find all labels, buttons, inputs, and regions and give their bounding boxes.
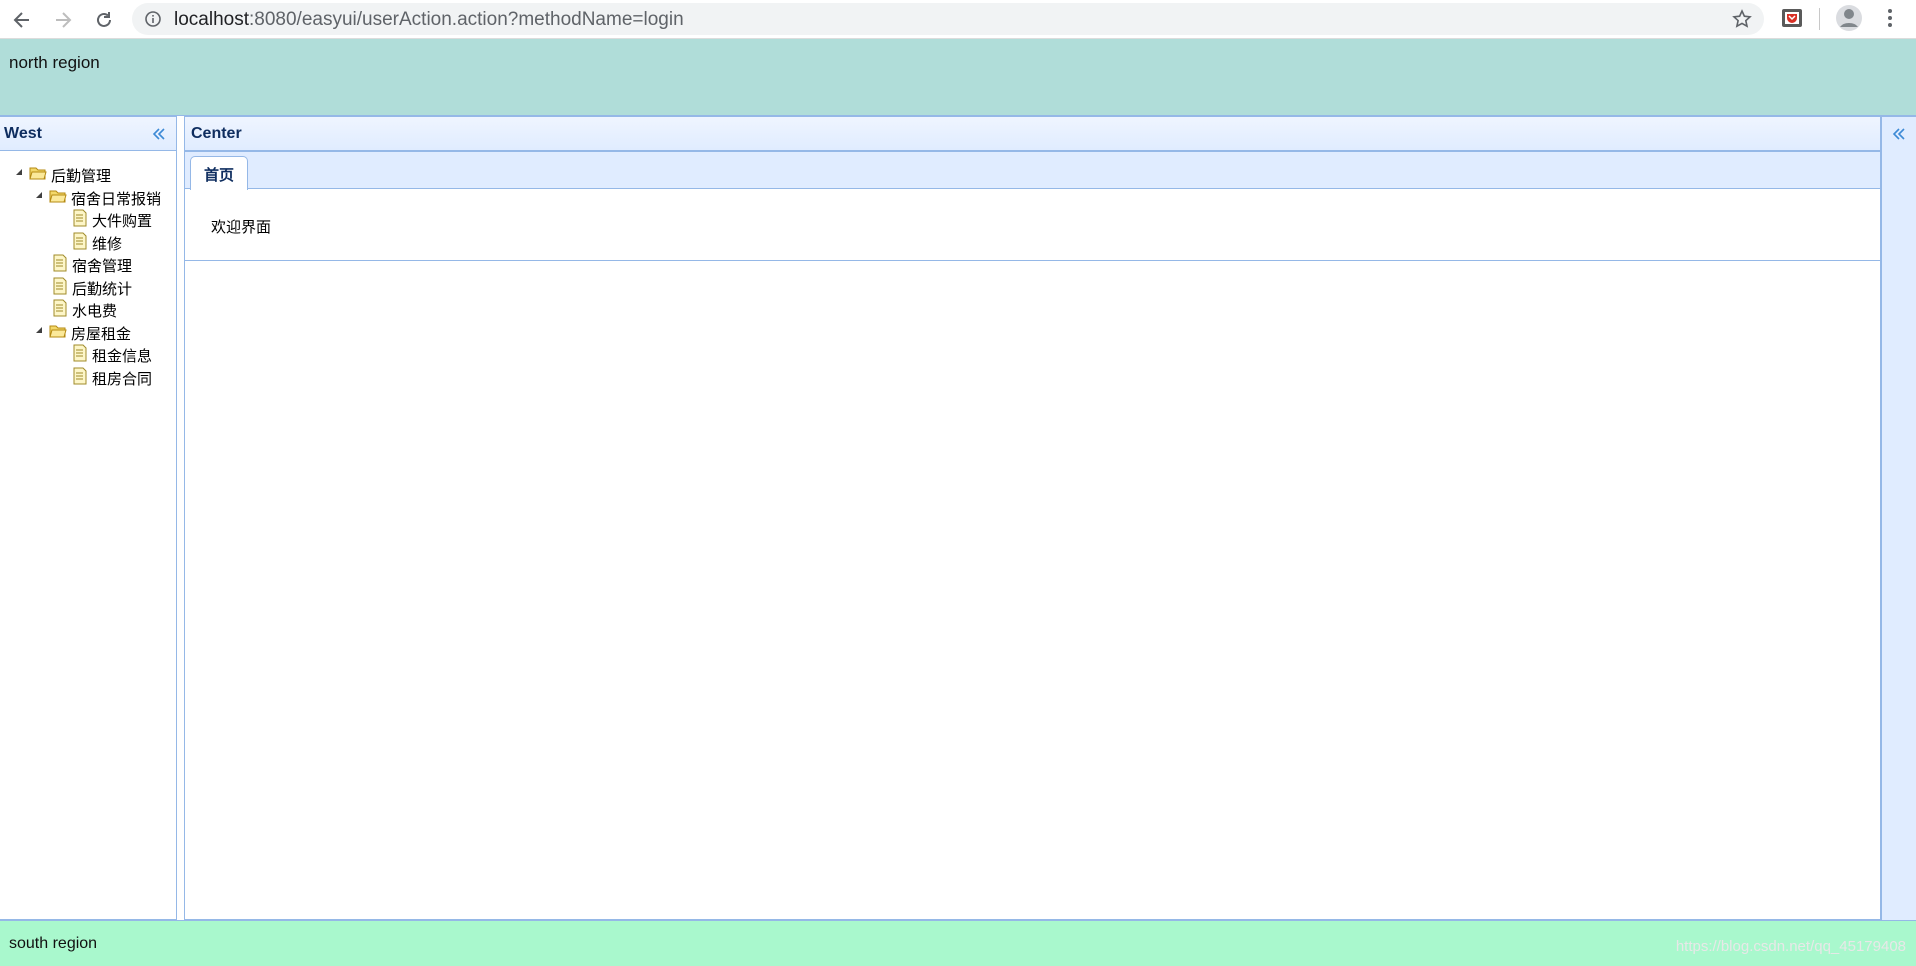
star-icon[interactable] <box>1732 9 1752 29</box>
document-icon <box>53 299 67 317</box>
folder-open-icon <box>29 167 47 180</box>
back-button[interactable] <box>6 4 38 36</box>
south-region: south region https://blog.csdn.net/qq_45… <box>0 920 1916 966</box>
tree-node-file[interactable]: 水电费 <box>0 298 176 321</box>
center-panel-title: Center <box>191 125 242 142</box>
expand-triangle-icon[interactable] <box>14 167 24 177</box>
tree-node-label[interactable]: 维修 <box>92 233 122 254</box>
tree-node-label[interactable]: 房屋租金 <box>71 323 131 344</box>
north-region: north region <box>0 39 1916 116</box>
expand-east-button[interactable] <box>1891 126 1907 142</box>
tree-node-label[interactable]: 租房合同 <box>92 368 152 389</box>
watermark-text: https://blog.csdn.net/qq_45179408 <box>1675 938 1906 955</box>
south-region-label: south region <box>9 935 98 952</box>
tree-node-file[interactable]: 大件购置 <box>0 208 176 231</box>
folder-open-icon <box>49 190 67 202</box>
tab-strip: 首页 <box>185 151 1880 190</box>
tree-node-label[interactable]: 宿舍日常报销 <box>71 188 161 209</box>
document-icon <box>73 209 87 227</box>
tree-node-file[interactable]: 维修 <box>0 231 176 254</box>
tree-node-folder[interactable]: 宿舍日常报销 <box>0 186 176 209</box>
arrow-right-icon <box>56 12 72 28</box>
reload-button[interactable] <box>88 4 120 36</box>
tab-home[interactable]: 首页 <box>190 156 248 190</box>
url-text[interactable]: localhost:8080/easyui/userAction.action?… <box>174 9 684 31</box>
collapse-west-button[interactable] <box>151 126 167 142</box>
center-panel: Center 首页 欢迎界面 <box>184 116 1881 920</box>
west-panel-header: West <box>0 117 176 151</box>
tree-node-label[interactable]: 租金信息 <box>92 345 152 366</box>
tree-node-label[interactable]: 水电费 <box>72 300 117 321</box>
tree-node-file[interactable]: 租房合同 <box>0 366 176 389</box>
toolbar-divider <box>1819 8 1820 30</box>
document-icon <box>53 277 67 294</box>
document-icon <box>53 254 67 272</box>
tab-content: 欢迎界面 <box>185 189 1880 261</box>
profile-avatar-icon[interactable] <box>1834 3 1864 33</box>
tree-node-file[interactable]: 后勤统计 <box>0 276 176 299</box>
document-icon <box>73 367 87 384</box>
tree-node-label[interactable]: 大件购置 <box>92 210 152 231</box>
tree-node-label[interactable]: 后勤管理 <box>51 165 111 186</box>
tab-home-label: 首页 <box>204 167 235 184</box>
tree-node-label[interactable]: 后勤统计 <box>72 278 132 299</box>
document-icon <box>73 344 87 362</box>
browser-toolbar: localhost:8080/easyui/userAction.action?… <box>0 0 1916 39</box>
double-chevron-left-icon <box>1892 128 1905 140</box>
tree-node-file[interactable]: 宿舍管理 <box>0 253 176 276</box>
west-panel-title: West <box>4 125 42 142</box>
address-bar[interactable]: localhost:8080/easyui/userAction.action?… <box>132 3 1764 35</box>
info-icon[interactable] <box>144 10 162 28</box>
tree-node-label[interactable]: 宿舍管理 <box>72 255 132 276</box>
arrow-left-icon <box>13 12 29 28</box>
expand-triangle-icon[interactable] <box>34 190 44 200</box>
east-panel-collapsed <box>1881 116 1916 920</box>
tree-node-folder[interactable]: 房屋租金 <box>0 321 176 344</box>
forward-button[interactable] <box>47 4 79 36</box>
extension-icon[interactable] <box>1780 6 1804 30</box>
document-icon <box>73 232 87 249</box>
center-panel-header: Center <box>185 117 1880 151</box>
expand-triangle-icon[interactable] <box>34 325 44 335</box>
north-region-label: north region <box>9 53 100 72</box>
reload-icon <box>97 12 111 27</box>
folder-open-icon <box>49 325 67 337</box>
welcome-text: 欢迎界面 <box>211 219 272 236</box>
double-chevron-left-icon <box>152 128 165 140</box>
tree-node-file[interactable]: 租金信息 <box>0 343 176 366</box>
more-menu-icon[interactable] <box>1880 6 1900 30</box>
tree-node-folder[interactable]: 后勤管理 <box>0 163 176 186</box>
menu-tree: 后勤管理 宿舍日常报销 大件购置 维修 宿舍管理 后勤统计 水电费 房屋租金 租… <box>0 151 176 388</box>
west-panel: West 后勤管理 宿舍日常报销 大件购置 维修 宿舍管理 后勤统计 水电费 房… <box>0 116 177 920</box>
